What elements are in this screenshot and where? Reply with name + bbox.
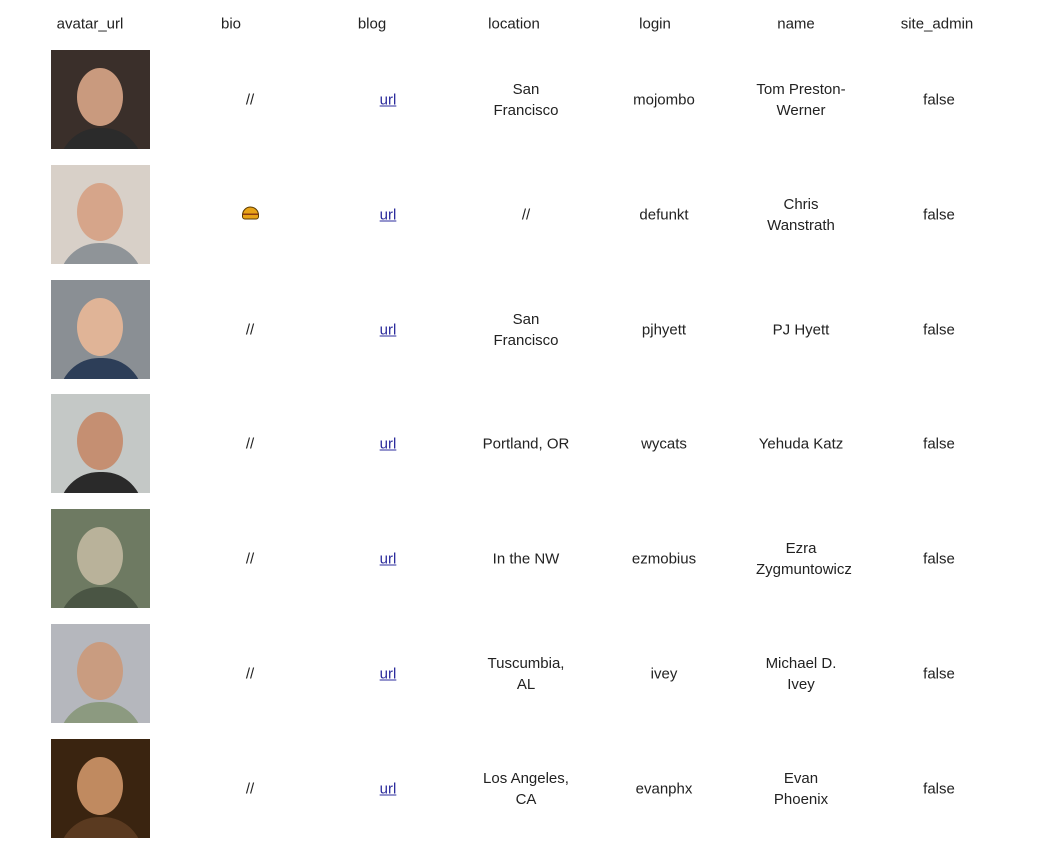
location-text: In the NW	[492, 550, 560, 568]
column-header-login: login	[639, 15, 671, 33]
blog-link[interactable]: url	[380, 436, 397, 453]
cell-blog: url	[343, 664, 433, 685]
name-text: Tom Preston-Werner	[756, 81, 846, 119]
cell-login: pjhyett	[619, 319, 709, 340]
cell-login: mojombo	[619, 90, 709, 111]
cell-blog: url	[343, 319, 433, 340]
location-text: San Francisco	[493, 310, 559, 349]
location-text: //	[521, 206, 531, 224]
cell-blog: url	[343, 90, 433, 111]
avatar-image	[51, 50, 150, 149]
login-text: defunkt	[639, 206, 689, 224]
cell-site-admin: false	[894, 319, 984, 340]
cell-blog: url	[343, 204, 433, 225]
bio-text: //	[245, 780, 255, 798]
site-admin-text: false	[923, 206, 955, 224]
blog-link[interactable]: url	[380, 206, 397, 223]
cell-location: Los Angeles, CA	[481, 768, 571, 810]
login-text: ezmobius	[631, 550, 697, 568]
cell-location: //	[481, 204, 571, 225]
cell-name: Evan Phoenix	[756, 768, 846, 810]
login-text: mojombo	[633, 91, 695, 109]
cell-bio: //	[205, 664, 295, 685]
name-text: Chris Wanstrath	[767, 195, 835, 234]
cell-bio	[205, 204, 295, 225]
cell-bio: //	[205, 549, 295, 570]
cell-location: San Francisco	[481, 79, 571, 121]
cell-bio: //	[205, 90, 295, 111]
avatar-image	[51, 164, 150, 264]
site-admin-text: false	[923, 435, 955, 453]
cell-site-admin: false	[894, 204, 984, 225]
login-text: wycats	[641, 435, 687, 453]
cell-login: defunkt	[619, 204, 709, 225]
name-text: Ezra Zygmuntowicz	[756, 540, 852, 579]
cell-blog: url	[343, 549, 433, 570]
cell-name: Ezra Zygmuntowicz	[756, 538, 852, 580]
login-text: evanphx	[635, 780, 693, 798]
location-text: Portland, OR	[482, 435, 570, 453]
name-text: Yehuda Katz	[758, 435, 844, 453]
column-header-location: location	[488, 15, 540, 33]
blog-link[interactable]: url	[380, 92, 397, 109]
cell-location: In the NW	[481, 549, 571, 570]
cell-location: Portland, OR	[481, 434, 571, 455]
blog-link[interactable]: url	[380, 321, 397, 338]
avatar-image	[51, 738, 150, 838]
location-text: Tuscumbia, AL	[487, 655, 565, 693]
name-text: Evan Phoenix	[773, 769, 829, 808]
login-text: pjhyett	[641, 321, 687, 339]
cell-login: evanphx	[619, 778, 709, 799]
cell-name: Yehuda Katz	[756, 434, 846, 455]
login-text: ivey	[650, 665, 678, 683]
cell-login: ezmobius	[619, 549, 709, 570]
cell-site-admin: false	[894, 434, 984, 455]
cell-blog: url	[343, 778, 433, 799]
cell-blog: url	[343, 434, 433, 455]
burger-icon	[241, 206, 259, 220]
cell-name: Chris Wanstrath	[756, 194, 846, 236]
cell-bio: //	[205, 778, 295, 799]
cell-bio: //	[205, 319, 295, 340]
bio-text: //	[245, 550, 255, 568]
cell-location: Tuscumbia, AL	[481, 653, 571, 695]
bio-text: //	[245, 321, 255, 339]
cell-login: ivey	[619, 664, 709, 685]
site-admin-text: false	[923, 780, 955, 798]
name-text: PJ Hyett	[772, 321, 830, 339]
site-admin-text: false	[923, 321, 955, 339]
cell-site-admin: false	[894, 90, 984, 111]
blog-link[interactable]: url	[380, 666, 397, 683]
blog-link[interactable]: url	[380, 780, 397, 797]
cell-name: Tom Preston-Werner	[756, 79, 846, 121]
column-header-site-admin: site_admin	[900, 15, 974, 33]
column-header-blog: blog	[357, 15, 387, 33]
location-text: San Francisco	[493, 81, 559, 119]
bio-text: //	[245, 435, 255, 453]
column-header-bio: bio	[220, 15, 242, 33]
cell-site-admin: false	[894, 778, 984, 799]
avatar-image	[51, 509, 150, 609]
cell-site-admin: false	[894, 549, 984, 570]
site-admin-text: false	[923, 550, 955, 568]
bio-text: //	[245, 665, 255, 683]
column-header-name: name	[777, 15, 815, 33]
cell-bio: //	[205, 434, 295, 455]
cell-location: San Francisco	[481, 309, 571, 351]
avatar-image	[51, 624, 150, 723]
cell-name: Michael D. Ivey	[756, 653, 846, 695]
blog-link[interactable]: url	[380, 551, 397, 568]
name-text: Michael D. Ivey	[765, 655, 837, 693]
site-admin-text: false	[923, 91, 955, 109]
location-text: Los Angeles, CA	[483, 769, 569, 808]
cell-site-admin: false	[894, 664, 984, 685]
site-admin-text: false	[923, 665, 955, 683]
column-header-avatar-url: avatar_url	[56, 15, 124, 33]
cell-name: PJ Hyett	[756, 319, 846, 340]
cell-login: wycats	[619, 434, 709, 455]
avatar-image	[51, 279, 150, 379]
bio-text: //	[245, 91, 255, 109]
avatar-image	[51, 394, 150, 494]
